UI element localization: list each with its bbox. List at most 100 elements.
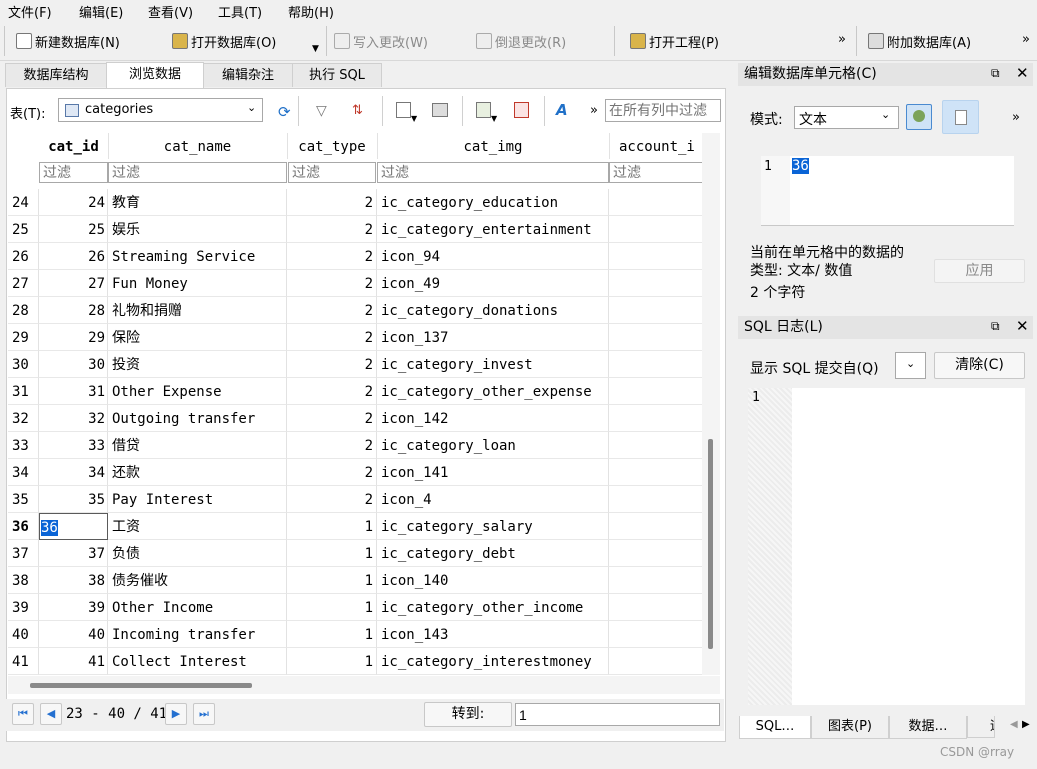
account-id-cell[interactable] — [609, 378, 710, 405]
menu-view[interactable]: 查看(V) — [148, 2, 193, 21]
insert-record-icon[interactable] — [476, 102, 491, 118]
table-row[interactable]: 29 29 保险 2 icon_137 — [8, 324, 710, 351]
tab-execute-sql[interactable]: 执行 SQL — [292, 63, 382, 87]
row-number-cell[interactable]: 25 — [8, 216, 39, 243]
row-number-cell[interactable]: 27 — [8, 270, 39, 297]
account-id-cell[interactable] — [609, 324, 710, 351]
toolbar-overflow-button-2[interactable]: » — [1022, 32, 1030, 47]
cat-name-cell[interactable]: Outgoing transfer — [108, 405, 287, 432]
auto-switch-mode-button[interactable] — [906, 104, 932, 130]
cat-name-cell[interactable]: Streaming Service — [108, 243, 287, 270]
row-number-cell[interactable]: 41 — [8, 648, 39, 675]
cat-type-cell[interactable]: 1 — [287, 540, 377, 567]
cat-type-cell[interactable]: 2 — [287, 243, 377, 270]
attach-database-button[interactable]: 附加数据库(A) — [868, 30, 971, 52]
row-number-cell[interactable]: 32 — [8, 405, 39, 432]
cat-id-cell[interactable]: 32 — [39, 405, 108, 432]
close-icon[interactable]: ✕ — [1016, 64, 1029, 82]
cat-type-cell[interactable]: 2 — [287, 432, 377, 459]
tab-scroll-right-icon[interactable]: ▶ — [1022, 719, 1030, 730]
tab-remote[interactable]: 远 — [967, 716, 995, 738]
apply-button[interactable]: 应用 — [934, 259, 1025, 283]
cat-type-cell[interactable]: 2 — [287, 324, 377, 351]
row-number-cell[interactable]: 40 — [8, 621, 39, 648]
next-page-button[interactable]: ▶ — [165, 703, 187, 725]
cat-img-cell[interactable]: icon_4 — [377, 486, 609, 513]
account-id-cell[interactable] — [609, 270, 710, 297]
tab-browse-data[interactable]: 浏览数据 — [106, 62, 204, 88]
tab-db-schema[interactable]: 数据… — [889, 716, 967, 739]
cat-type-cell[interactable]: 1 — [287, 513, 377, 540]
row-number-cell[interactable]: 31 — [8, 378, 39, 405]
column-header-cat-img[interactable]: cat_img — [377, 133, 610, 159]
clear-filters-icon[interactable]: ▽ — [316, 103, 332, 119]
filter-account-id[interactable] — [609, 162, 710, 183]
row-number-cell[interactable]: 30 — [8, 351, 39, 378]
sql-log-text-area[interactable]: 1 — [748, 388, 1025, 705]
prev-page-button[interactable]: ◀ — [40, 703, 62, 725]
cat-img-cell[interactable]: icon_140 — [377, 567, 609, 594]
tab-sql-log[interactable]: SQL… — [739, 716, 811, 739]
first-page-button[interactable]: ⏮ — [12, 703, 34, 725]
cat-type-cell[interactable]: 1 — [287, 567, 377, 594]
cat-img-cell[interactable]: ic_category_salary — [377, 513, 609, 540]
filter-cat-id[interactable] — [39, 162, 108, 183]
row-number-cell[interactable]: 36 — [8, 513, 39, 540]
row-number-cell[interactable]: 34 — [8, 459, 39, 486]
row-number-cell[interactable]: 37 — [8, 540, 39, 567]
vertical-scrollbar-thumb[interactable] — [708, 439, 713, 649]
cat-img-cell[interactable]: ic_category_debt — [377, 540, 609, 567]
find-replace-icon[interactable]: A — [556, 101, 572, 119]
cell-editor-text-area[interactable]: 1 36 — [761, 156, 1014, 226]
cat-type-cell[interactable]: 2 — [287, 459, 377, 486]
column-header-account-id[interactable]: account_i — [609, 133, 710, 159]
tab-edit-pragmas[interactable]: 编辑杂注 — [203, 63, 293, 87]
filter-all-columns-input[interactable] — [605, 99, 721, 122]
row-number-cell[interactable]: 28 — [8, 297, 39, 324]
open-database-dropdown-icon[interactable]: ▼ — [312, 44, 319, 54]
cat-img-cell[interactable]: ic_category_interestmoney — [377, 648, 609, 675]
cat-id-cell[interactable]: 37 — [39, 540, 108, 567]
account-id-cell[interactable] — [609, 216, 710, 243]
table-row[interactable]: 33 33 借贷 2 ic_category_loan — [8, 432, 710, 459]
filter-cat-name[interactable] — [108, 162, 287, 183]
account-id-cell[interactable] — [609, 567, 710, 594]
cat-id-cell[interactable]: 30 — [39, 351, 108, 378]
cat-img-cell[interactable]: ic_category_donations — [377, 297, 609, 324]
cat-id-cell[interactable]: 28 — [39, 297, 108, 324]
account-id-cell[interactable] — [609, 432, 710, 459]
account-id-cell[interactable] — [609, 405, 710, 432]
cat-type-cell[interactable]: 2 — [287, 270, 377, 297]
cat-name-cell[interactable]: 工资 — [108, 513, 287, 540]
goto-input[interactable] — [515, 703, 720, 726]
cat-img-cell[interactable]: icon_141 — [377, 459, 609, 486]
table-row[interactable]: 30 30 投资 2 ic_category_invest — [8, 351, 710, 378]
cat-id-cell[interactable]: 35 — [39, 486, 108, 513]
cat-img-cell[interactable]: icon_137 — [377, 324, 609, 351]
cat-type-cell[interactable]: 1 — [287, 648, 377, 675]
tab-scroll-left-icon[interactable]: ◀ — [1010, 719, 1018, 730]
filter-cat-type[interactable] — [288, 162, 376, 183]
horizontal-scrollbar[interactable] — [8, 676, 720, 694]
cat-img-cell[interactable]: ic_category_entertainment — [377, 216, 609, 243]
cat-type-cell[interactable]: 2 — [287, 189, 377, 216]
cat-id-cell[interactable]: 31 — [39, 378, 108, 405]
menu-help[interactable]: 帮助(H) — [288, 2, 334, 21]
account-id-cell[interactable] — [609, 189, 710, 216]
table-row[interactable]: 32 32 Outgoing transfer 2 icon_142 — [8, 405, 710, 432]
cat-type-cell[interactable]: 2 — [287, 378, 377, 405]
cat-id-cell[interactable]: 26 — [39, 243, 108, 270]
cat-id-cell[interactable]: 29 — [39, 324, 108, 351]
vertical-scrollbar[interactable] — [702, 133, 720, 675]
cell-editor-overflow[interactable]: » — [1012, 110, 1020, 125]
toolbar-overflow-button[interactable]: » — [838, 32, 846, 47]
cat-id-cell[interactable]: 33 — [39, 432, 108, 459]
cat-id-cell[interactable]: 34 — [39, 459, 108, 486]
row-number-cell[interactable]: 35 — [8, 486, 39, 513]
row-number-cell[interactable]: 39 — [8, 594, 39, 621]
print-icon[interactable] — [432, 103, 448, 117]
table-row[interactable]: 27 27 Fun Money 2 icon_49 — [8, 270, 710, 297]
menu-file[interactable]: 文件(F) — [8, 2, 52, 21]
filter-cat-img[interactable] — [377, 162, 609, 183]
cat-img-cell[interactable]: icon_142 — [377, 405, 609, 432]
